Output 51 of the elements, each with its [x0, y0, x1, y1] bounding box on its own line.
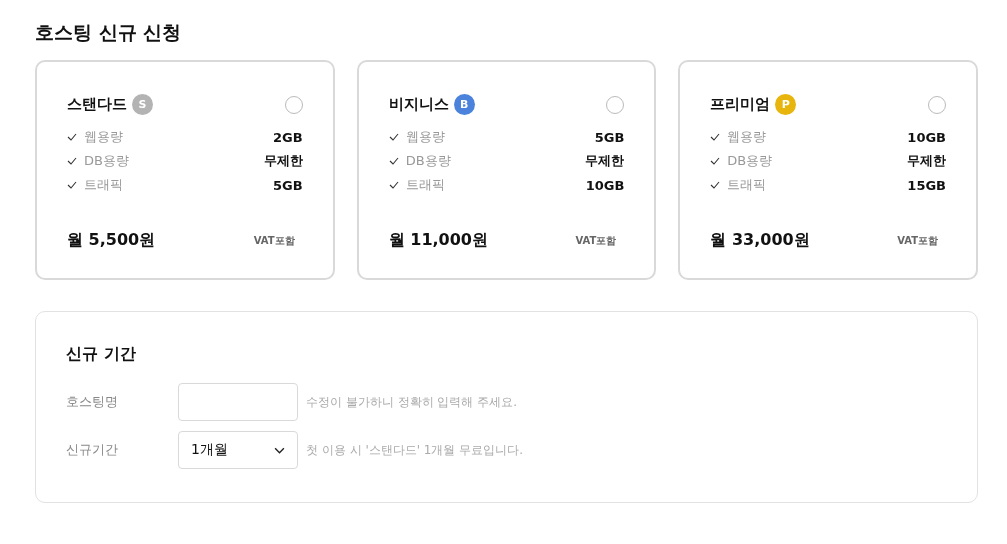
check-icon	[710, 157, 721, 165]
plan-badge: B	[453, 94, 475, 115]
page-title: 호스팅 신규 신청	[35, 20, 183, 45]
spec-value: 5GB	[594, 129, 625, 145]
spec-label: 웹용량	[84, 128, 123, 146]
plan-price: 월 33,000원	[710, 230, 810, 251]
spec-value: 2GB	[273, 129, 303, 145]
field-label: 호스팅명	[66, 393, 119, 411]
check-icon	[67, 133, 77, 141]
period-dropdown[interactable]: 1개월	[178, 431, 298, 469]
check-icon	[67, 157, 77, 165]
vat-note: VAT포함	[897, 233, 938, 248]
spec-value: 5GB	[273, 177, 303, 193]
plan-badge: S	[132, 94, 153, 115]
plan-price: 월 5,500원	[67, 230, 156, 251]
plan-card[interactable]: 비지니스 B 웹용량 5GB DB용량 무제한 트래픽 10GB 월 11,000원 VAT포함	[356, 60, 657, 280]
check-icon	[388, 157, 399, 165]
spec-label: DB용량	[727, 152, 773, 170]
plan-name: 스탠다드	[67, 95, 127, 114]
spec-value: 10GB	[585, 177, 625, 193]
check-icon	[67, 181, 77, 189]
check-icon	[388, 181, 399, 189]
spec-label: DB용량	[405, 152, 451, 170]
spec-value: 무제한	[263, 152, 303, 170]
spec-label: 웹용량	[727, 128, 767, 146]
spec-value: 10GB	[907, 129, 946, 145]
spec-label: 트래픽	[727, 176, 767, 194]
plan-name: 프리미엄	[710, 95, 771, 114]
spec-value: 무제한	[585, 152, 625, 170]
check-icon	[388, 133, 399, 141]
hosting-name-field[interactable]	[178, 383, 298, 421]
field-hint: 수정이 불가하니 정확히 입력해 주세요.	[306, 393, 518, 411]
vat-note: VAT포함	[253, 233, 295, 248]
plan-name: 비지니스	[388, 95, 449, 114]
plan-badge: P	[775, 94, 797, 115]
chevron-down-icon	[274, 446, 285, 454]
spec-label: 트래픽	[405, 176, 445, 194]
spec-value: 15GB	[907, 177, 946, 193]
spec-label: DB용량	[84, 152, 129, 170]
check-icon	[710, 181, 721, 189]
check-icon	[710, 133, 721, 141]
plan-card[interactable]: 프리미엄 P 웹용량 10GB DB용량 무제한 트래픽 15GB 월 33,000원 VAT포함	[678, 60, 978, 280]
spec-label: 트래픽	[84, 176, 123, 194]
spec-label: 웹용량	[405, 128, 445, 146]
section-title: 신규 기간	[66, 344, 137, 365]
field-label: 신규기간	[66, 441, 119, 459]
plan-price: 월 11,000원	[388, 230, 488, 251]
plan-card[interactable]: 스탠다드 S 웹용량 2GB DB용량 무제한 트래픽 5GB 월 5,500원 VAT포함	[35, 60, 335, 280]
vat-note: VAT포함	[575, 233, 617, 248]
spec-value: 무제한	[907, 152, 946, 170]
field-hint: 첫 이용 시 '스탠다드' 1개월 무료입니다.	[306, 441, 524, 459]
